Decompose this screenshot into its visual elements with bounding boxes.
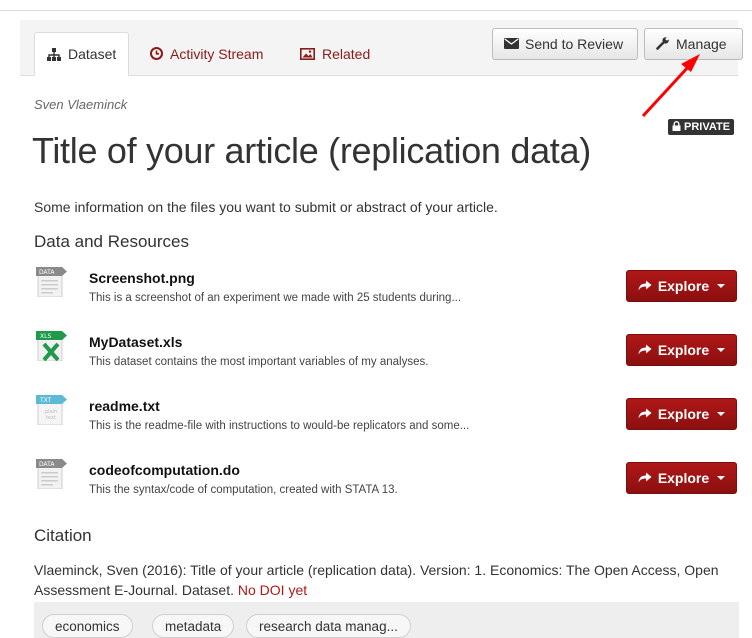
share-icon: [638, 406, 652, 422]
caret-down-icon: [717, 284, 726, 288]
caret-down-icon: [717, 476, 726, 480]
share-icon: [638, 470, 652, 486]
file-data-icon: DATA: [36, 267, 67, 297]
explore-button[interactable]: Explore: [626, 334, 737, 366]
resources-heading: Data and Resources: [34, 232, 189, 251]
share-icon: [638, 278, 652, 294]
svg-text:text: text: [46, 415, 56, 421]
resource-name[interactable]: codeofcomputation.do: [89, 462, 240, 478]
explore-label: Explore: [657, 342, 710, 358]
citation-text: Vlaeminck, Sven (2016): Title of your ar…: [34, 560, 739, 600]
no-doi-label: No DOI yet: [237, 582, 308, 598]
dataset-title: Title of your article (replication data): [32, 130, 591, 171]
svg-text:TXT: TXT: [39, 397, 52, 404]
explore-label: Explore: [657, 470, 710, 486]
caret-down-icon: [717, 412, 726, 416]
caret-down-icon: [717, 348, 726, 352]
resource-description: This dataset contains the most important…: [89, 356, 429, 368]
file-data-icon: DATA: [36, 459, 67, 489]
annotation-arrow: [641, 54, 700, 118]
resource-description: This is the readme-file with instruction…: [89, 420, 470, 432]
private-badge: PRIVATE: [668, 119, 735, 135]
citation-heading: Citation: [34, 526, 92, 545]
explore-button[interactable]: Explore: [626, 462, 737, 494]
svg-text:XLS: XLS: [40, 333, 51, 340]
resource-name[interactable]: readme.txt: [89, 398, 160, 414]
resource-description: This is a screenshot of an experiment we…: [89, 292, 462, 304]
explore-button[interactable]: Explore: [626, 270, 737, 302]
private-badge-label: PRIVATE: [684, 121, 731, 133]
explore-label: Explore: [657, 278, 710, 294]
resource-name[interactable]: Screenshot.png: [89, 270, 195, 286]
tag-metadata[interactable]: metadata: [152, 614, 235, 638]
resource-name[interactable]: MyDataset.xls: [89, 334, 182, 350]
dataset-description: Some information on the files you want t…: [34, 199, 498, 215]
file-txt-icon: TXT plain text: [36, 395, 67, 425]
citation-body: Vlaeminck, Sven (2016): Title of your ar…: [34, 562, 719, 598]
svg-text:DATA: DATA: [39, 461, 55, 468]
tags-bar: economics metadata research data manag..…: [34, 602, 739, 638]
explore-label: Explore: [657, 406, 710, 422]
explore-button[interactable]: Explore: [626, 398, 737, 430]
tag-economics[interactable]: economics: [42, 614, 133, 638]
file-xls-icon: XLS: [36, 331, 67, 361]
dataset-author: Sven Vlaeminck: [34, 97, 128, 112]
share-icon: [638, 342, 652, 358]
lock-icon: [672, 120, 681, 134]
svg-text:DATA: DATA: [39, 269, 55, 276]
tag-research-data[interactable]: research data manag...: [246, 614, 411, 638]
resource-description: This the syntax/code of computation, cre…: [89, 484, 398, 496]
